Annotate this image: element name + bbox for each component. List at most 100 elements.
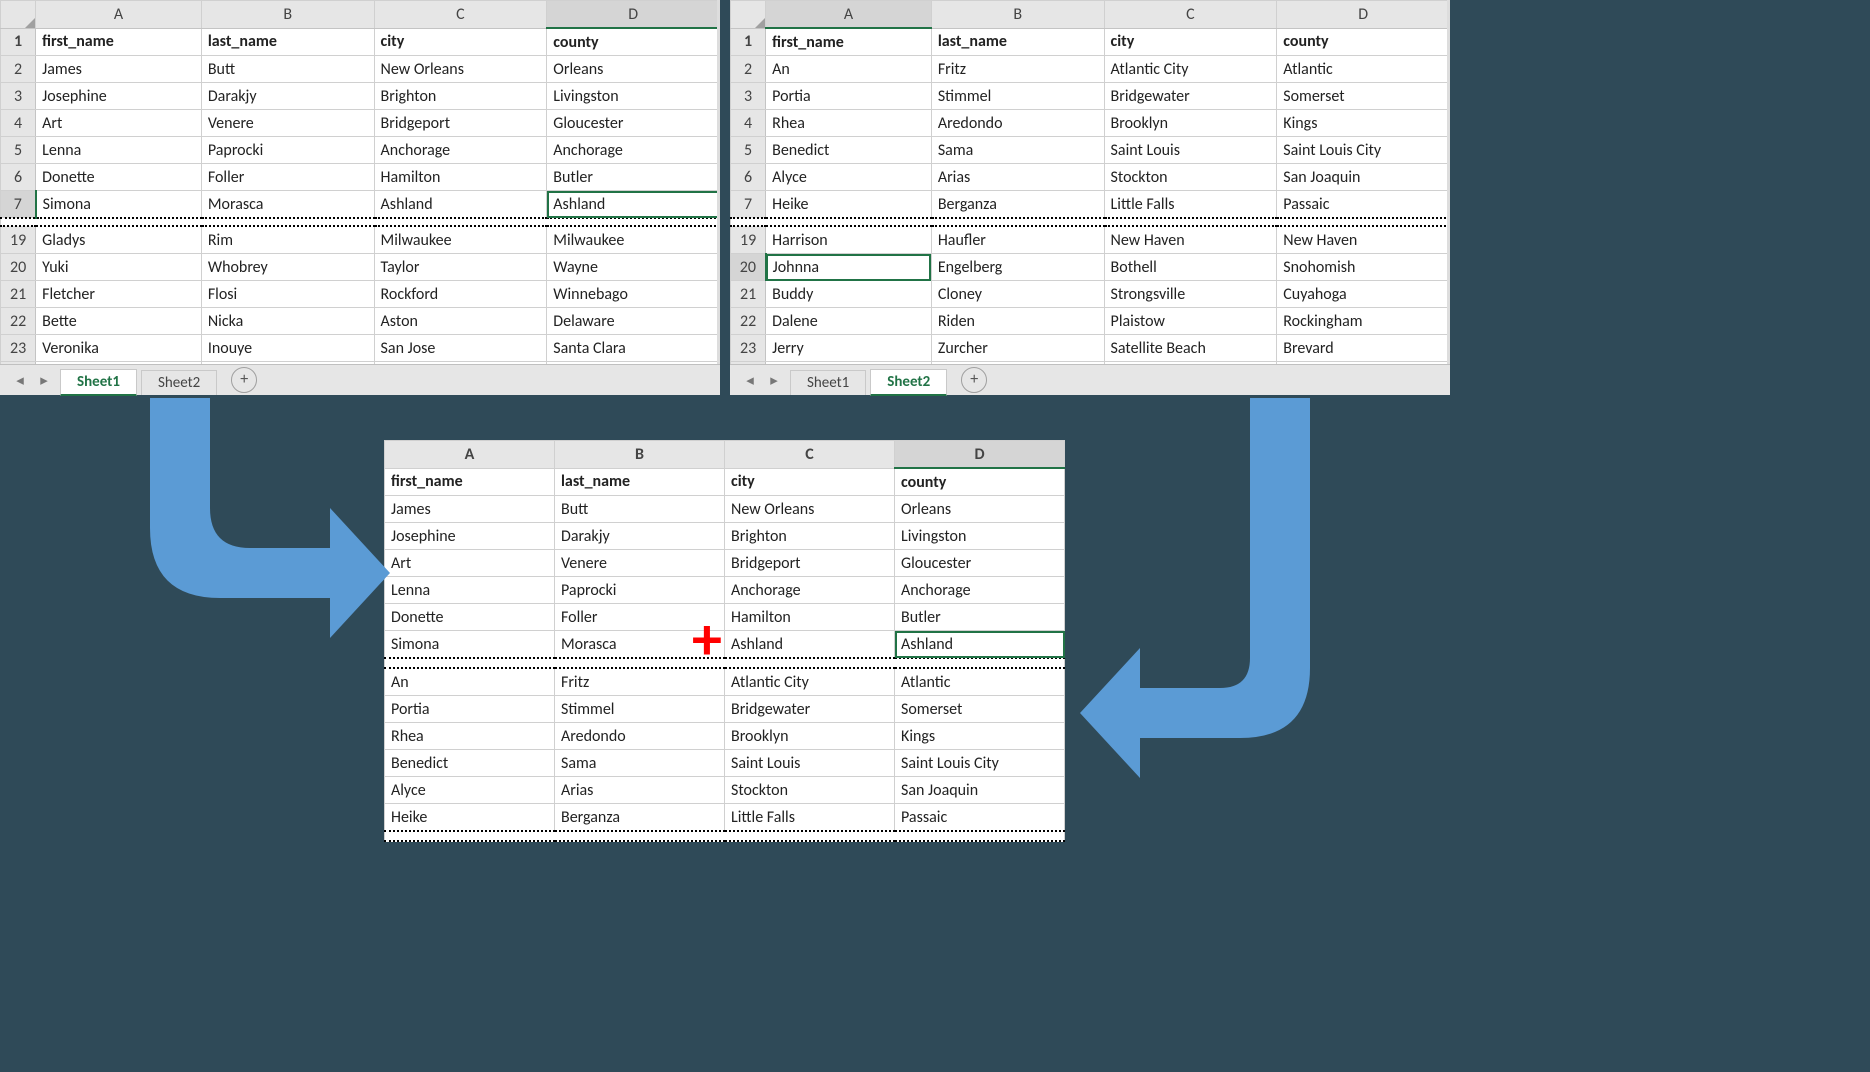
cell[interactable]: Venere bbox=[201, 110, 374, 137]
select-all-corner[interactable] bbox=[1, 1, 36, 29]
cell[interactable]: Nicka bbox=[201, 308, 374, 335]
cell[interactable]: Stimmel bbox=[555, 696, 725, 723]
cell[interactable]: first_name bbox=[36, 28, 202, 56]
cell[interactable]: first_name bbox=[385, 468, 555, 496]
cell[interactable]: Simona bbox=[36, 191, 202, 219]
cell[interactable]: San Jose bbox=[374, 335, 547, 362]
row-header[interactable]: 2 bbox=[1, 56, 36, 83]
row-header[interactable]: 3 bbox=[1, 83, 36, 110]
cell[interactable]: Butt bbox=[201, 56, 374, 83]
column-header[interactable]: B bbox=[201, 1, 374, 29]
cell[interactable]: Hamilton bbox=[725, 604, 895, 631]
cell[interactable]: Passaic bbox=[895, 804, 1065, 832]
cell[interactable]: Josephine bbox=[385, 523, 555, 550]
column-header[interactable]: A bbox=[36, 1, 202, 29]
cell[interactable]: Aston bbox=[374, 308, 547, 335]
cell[interactable]: Sama bbox=[555, 750, 725, 777]
cell[interactable]: Saint Louis bbox=[725, 750, 895, 777]
sheet-grid[interactable]: ABCD1first_namelast_namecitycounty2James… bbox=[0, 0, 720, 385]
cell[interactable]: Anchorage bbox=[374, 137, 547, 164]
cell[interactable]: Johnna bbox=[766, 254, 932, 281]
cell[interactable]: Kings bbox=[1277, 110, 1450, 137]
column-header[interactable]: C bbox=[374, 1, 547, 29]
cell[interactable]: San Joaquin bbox=[1277, 164, 1450, 191]
row-header[interactable]: 5 bbox=[1, 137, 36, 164]
row-header[interactable]: 2 bbox=[731, 56, 766, 83]
row-header[interactable]: 23 bbox=[731, 335, 766, 362]
cell[interactable]: Arias bbox=[555, 777, 725, 804]
cell[interactable]: Saint Louis City bbox=[1277, 137, 1450, 164]
row-header[interactable]: 23 bbox=[1, 335, 36, 362]
column-header[interactable]: B bbox=[931, 1, 1104, 29]
row-header[interactable]: 19 bbox=[1, 226, 36, 254]
cell[interactable]: Foller bbox=[201, 164, 374, 191]
column-header[interactable]: B bbox=[555, 441, 725, 469]
cell[interactable]: Lenna bbox=[36, 137, 202, 164]
cell[interactable]: Bridgewater bbox=[1104, 83, 1277, 110]
cell[interactable]: county bbox=[547, 28, 720, 56]
row-header[interactable]: 22 bbox=[1, 308, 36, 335]
cell[interactable]: Berganza bbox=[931, 191, 1104, 219]
cell[interactable]: Portia bbox=[766, 83, 932, 110]
cell[interactable]: Bette bbox=[36, 308, 202, 335]
cell[interactable]: Harrison bbox=[766, 226, 932, 254]
cell[interactable]: Ashland bbox=[374, 191, 547, 219]
cell[interactable]: Aredondo bbox=[931, 110, 1104, 137]
cell[interactable]: Aredondo bbox=[555, 723, 725, 750]
cell[interactable]: Alyce bbox=[766, 164, 932, 191]
cell[interactable]: Benedict bbox=[385, 750, 555, 777]
cell[interactable]: An bbox=[766, 56, 932, 83]
cell[interactable]: Engelberg bbox=[931, 254, 1104, 281]
cell[interactable]: Ashland bbox=[547, 191, 720, 219]
cell[interactable]: Portia bbox=[385, 696, 555, 723]
cell[interactable]: Bridgeport bbox=[374, 110, 547, 137]
cell[interactable]: New Orleans bbox=[374, 56, 547, 83]
cell[interactable]: Delaware bbox=[547, 308, 720, 335]
cell[interactable]: Somerset bbox=[895, 696, 1065, 723]
cell[interactable]: Livingston bbox=[895, 523, 1065, 550]
cell[interactable]: Somerset bbox=[1277, 83, 1450, 110]
cell[interactable]: Stockton bbox=[1104, 164, 1277, 191]
cell[interactable]: Lenna bbox=[385, 577, 555, 604]
cell[interactable]: Brevard bbox=[1277, 335, 1450, 362]
row-header[interactable]: 1 bbox=[731, 28, 766, 56]
select-all-corner[interactable] bbox=[731, 1, 766, 29]
cell[interactable]: county bbox=[1277, 28, 1450, 56]
row-header[interactable]: 7 bbox=[731, 191, 766, 219]
cell[interactable]: Morasca bbox=[201, 191, 374, 219]
cell[interactable]: Darakjy bbox=[201, 83, 374, 110]
tab-prev-button[interactable]: ◂ bbox=[11, 371, 29, 389]
cell[interactable]: Gladys bbox=[36, 226, 202, 254]
cell[interactable]: Anchorage bbox=[547, 137, 720, 164]
cell[interactable]: Arias bbox=[931, 164, 1104, 191]
cell[interactable]: Art bbox=[36, 110, 202, 137]
cell[interactable]: Butler bbox=[547, 164, 720, 191]
cell[interactable]: Anchorage bbox=[725, 577, 895, 604]
cell[interactable]: Bridgeport bbox=[725, 550, 895, 577]
cell[interactable]: Josephine bbox=[36, 83, 202, 110]
cell[interactable]: city bbox=[1104, 28, 1277, 56]
sheet-grid[interactable]: ABCD1first_namelast_namecitycounty2AnFri… bbox=[730, 0, 1450, 385]
cell[interactable]: Haufler bbox=[931, 226, 1104, 254]
cell[interactable]: Fritz bbox=[931, 56, 1104, 83]
cell[interactable]: Art bbox=[385, 550, 555, 577]
cell[interactable]: Rhea bbox=[766, 110, 932, 137]
cell[interactable]: Stockton bbox=[725, 777, 895, 804]
cell[interactable]: Bridgewater bbox=[725, 696, 895, 723]
tab-prev-button[interactable]: ◂ bbox=[741, 371, 759, 389]
row-header[interactable]: 22 bbox=[731, 308, 766, 335]
sheet-tab[interactable]: Sheet2 bbox=[141, 370, 217, 395]
row-header[interactable]: 5 bbox=[731, 137, 766, 164]
cell[interactable]: Orleans bbox=[895, 496, 1065, 523]
cell[interactable]: Milwaukee bbox=[374, 226, 547, 254]
cell[interactable]: Satellite Beach bbox=[1104, 335, 1277, 362]
cell[interactable]: Cuyahoga bbox=[1277, 281, 1450, 308]
cell[interactable]: Brighton bbox=[374, 83, 547, 110]
column-header[interactable]: A bbox=[385, 441, 555, 469]
cell[interactable]: James bbox=[36, 56, 202, 83]
cell[interactable]: city bbox=[374, 28, 547, 56]
cell[interactable]: Anchorage bbox=[895, 577, 1065, 604]
cell[interactable]: Cloney bbox=[931, 281, 1104, 308]
cell[interactable]: New Haven bbox=[1104, 226, 1277, 254]
cell[interactable]: Gloucester bbox=[547, 110, 720, 137]
